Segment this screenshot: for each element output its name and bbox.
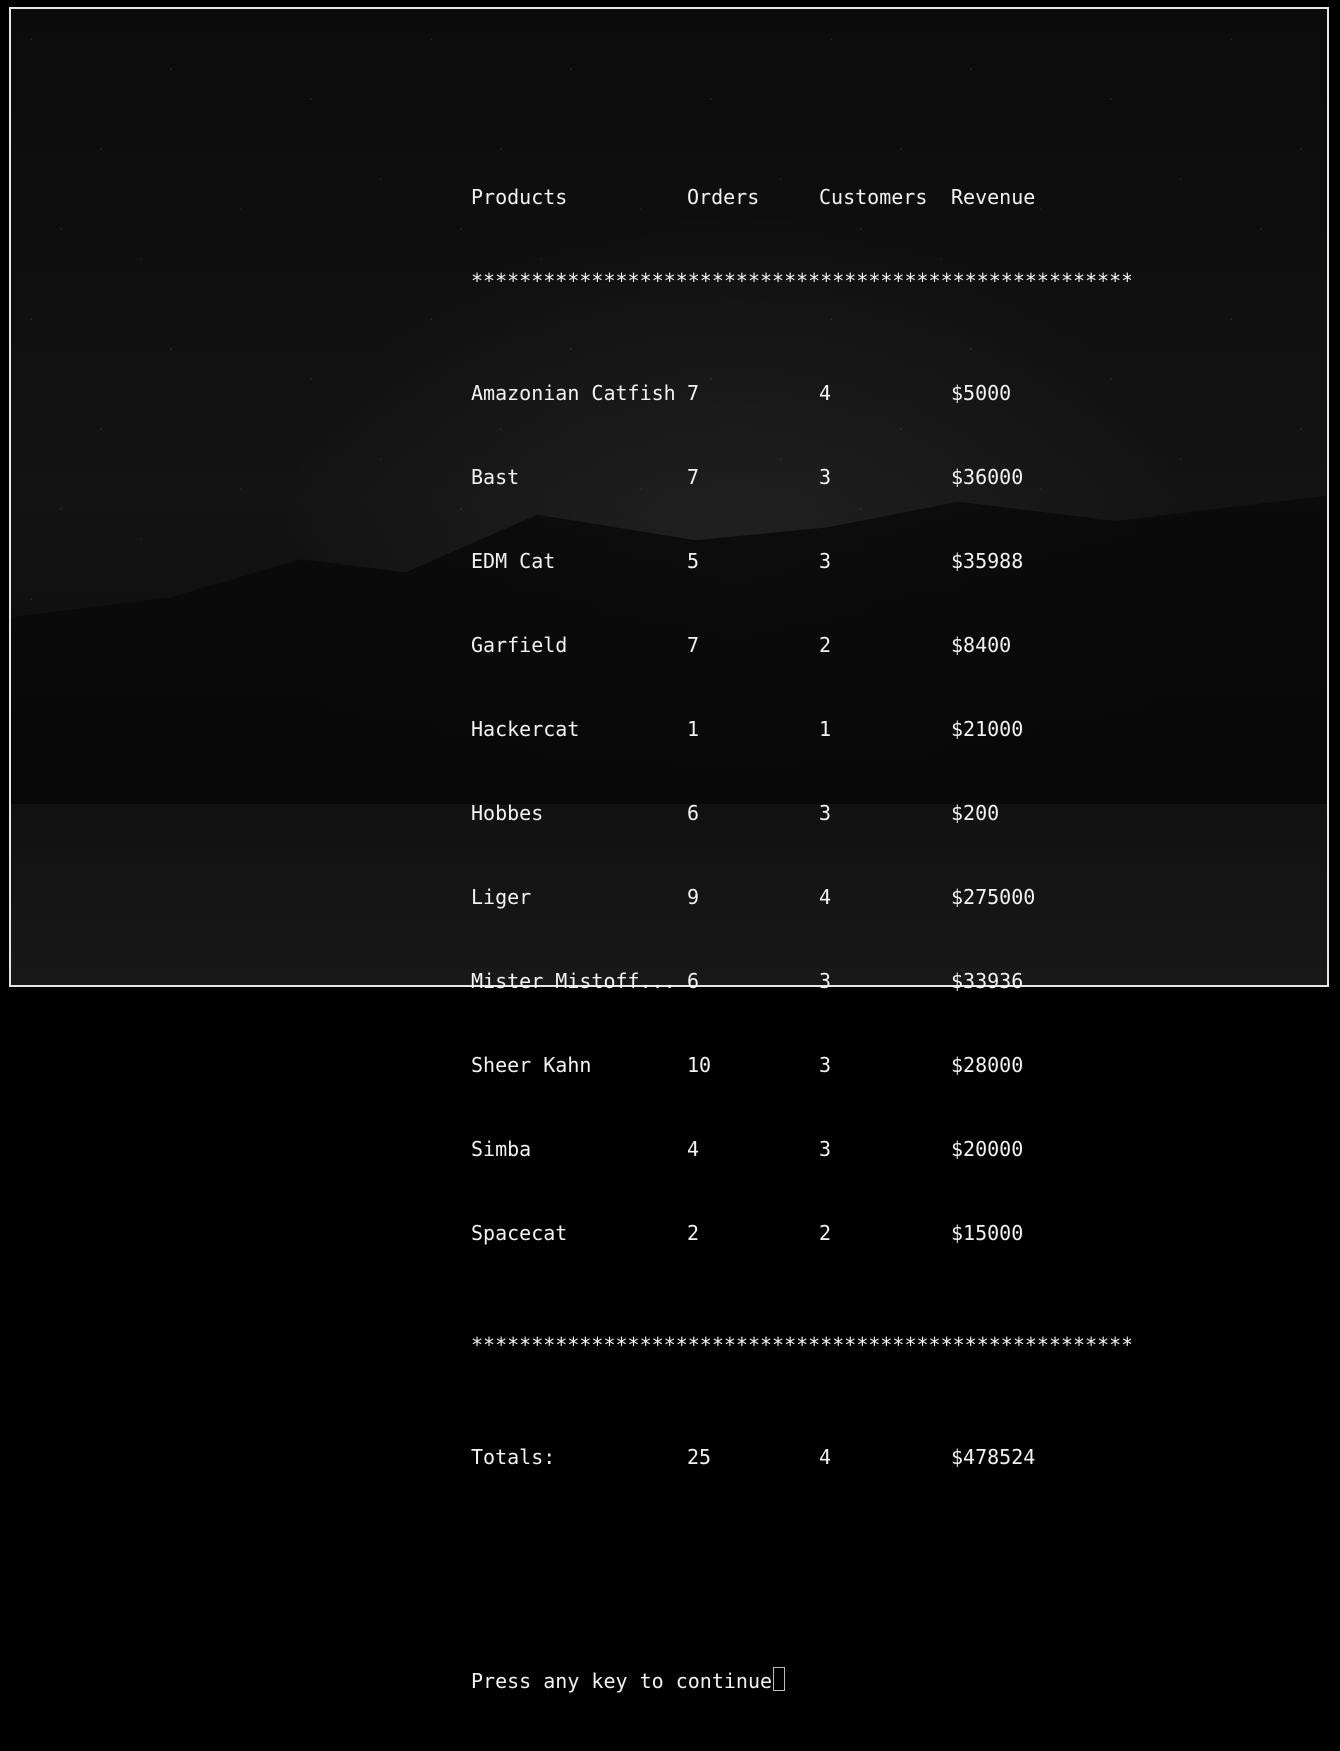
cell-product: Amazonian Catfish — [471, 381, 676, 405]
cell-product: Liger — [471, 885, 532, 909]
cell-revenue: $200 — [951, 801, 1000, 825]
separator-line-top: ****************************************… — [471, 269, 1131, 293]
totals-orders: 25 — [687, 1445, 712, 1469]
cell-revenue: $8400 — [951, 633, 1012, 657]
header-revenue: Revenue — [951, 185, 1036, 209]
cell-customers: 3 — [819, 1053, 832, 1077]
totals-label: Totals: — [471, 1445, 556, 1469]
cell-revenue: $33936 — [951, 969, 1024, 993]
cell-product: Sheer Kahn — [471, 1053, 592, 1077]
cell-product: Hackercat — [471, 717, 580, 741]
table-row: Amazonian Catfish 7 4 $5000 — [471, 379, 1131, 407]
cell-orders: 2 — [687, 1221, 700, 1245]
cell-revenue: $36000 — [951, 465, 1024, 489]
cell-customers: 3 — [819, 465, 832, 489]
cell-orders: 7 — [687, 633, 700, 657]
table-row: Bast 7 3 $36000 — [471, 463, 1131, 491]
cell-revenue: $28000 — [951, 1053, 1024, 1077]
cell-orders: 7 — [687, 465, 700, 489]
cell-product: Mister Mistoff... — [471, 969, 676, 993]
cell-revenue: $275000 — [951, 885, 1036, 909]
cell-orders: 9 — [687, 885, 700, 909]
table-row: Hobbes 6 3 $200 — [471, 799, 1131, 827]
cell-revenue: $15000 — [951, 1221, 1024, 1245]
cell-revenue: $35988 — [951, 549, 1024, 573]
text-cursor[interactable] — [773, 1667, 786, 1691]
cell-product: Garfield — [471, 633, 568, 657]
separator-line-bottom: ****************************************… — [471, 1333, 1131, 1357]
header-products: Products — [471, 185, 568, 209]
cell-orders: 6 — [687, 969, 700, 993]
cell-customers: 3 — [819, 549, 832, 573]
table-row: Sheer Kahn 10 3 $28000 — [471, 1051, 1131, 1079]
cell-orders: 1 — [687, 717, 700, 741]
cell-customers: 1 — [819, 717, 832, 741]
table-row: Spacecat 2 2 $15000 — [471, 1219, 1131, 1247]
table-row: EDM Cat 5 3 $35988 — [471, 547, 1131, 575]
cell-customers: 4 — [819, 381, 832, 405]
cell-product: Spacecat — [471, 1221, 568, 1245]
cell-orders: 4 — [687, 1137, 700, 1161]
cell-orders: 7 — [687, 381, 700, 405]
table-row: Liger 9 4 $275000 — [471, 883, 1131, 911]
cell-orders: 10 — [687, 1053, 712, 1077]
table-row: Garfield 7 2 $8400 — [471, 631, 1131, 659]
cell-revenue: $5000 — [951, 381, 1012, 405]
cell-customers: 2 — [819, 1221, 832, 1245]
table-row: Hackercat 1 1 $21000 — [471, 715, 1131, 743]
header-orders: Orders — [687, 185, 760, 209]
cell-product: Hobbes — [471, 801, 544, 825]
cell-product: Bast — [471, 465, 520, 489]
cell-product: EDM Cat — [471, 549, 556, 573]
header-customers: Customers — [819, 185, 928, 209]
cell-customers: 3 — [819, 969, 832, 993]
totals-row: Totals: 25 4 $478524 — [471, 1443, 1131, 1471]
table-header-row: Products Orders Customers Revenue — [471, 183, 1131, 211]
cell-customers: 3 — [819, 1137, 832, 1161]
continue-prompt: Press any key to continue — [471, 1669, 773, 1693]
cell-orders: 5 — [687, 549, 700, 573]
cell-revenue: $21000 — [951, 717, 1024, 741]
terminal-output: Products Orders Customers Revenue ******… — [471, 127, 1131, 1751]
cell-revenue: $20000 — [951, 1137, 1024, 1161]
cell-customers: 4 — [819, 885, 832, 909]
totals-revenue: $478524 — [951, 1445, 1036, 1469]
cell-customers: 3 — [819, 801, 832, 825]
totals-customers: 4 — [819, 1445, 832, 1469]
cell-customers: 2 — [819, 633, 832, 657]
table-row: Mister Mistoff... 6 3 $33936 — [471, 967, 1131, 995]
cell-product: Simba — [471, 1137, 532, 1161]
continue-prompt-line[interactable]: Press any key to continue — [471, 1667, 1131, 1695]
terminal-window: Products Orders Customers Revenue ******… — [0, 0, 1340, 1693]
table-row: Simba 4 3 $20000 — [471, 1135, 1131, 1163]
cell-orders: 6 — [687, 801, 700, 825]
